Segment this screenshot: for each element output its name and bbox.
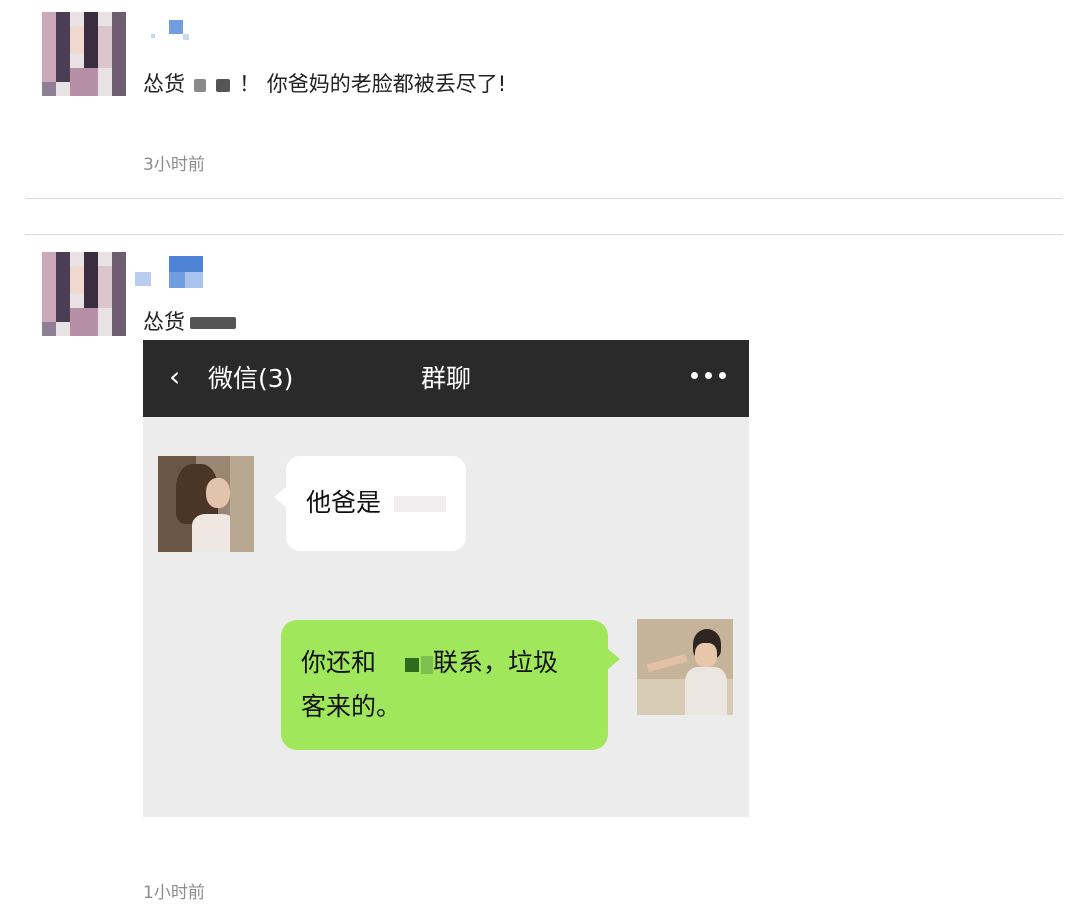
chat-avatar-girl (158, 456, 254, 552)
post-divider (25, 198, 1063, 199)
post-2-text: 怂货 (143, 306, 238, 336)
chat-avatar-boy (637, 619, 733, 715)
chat-title: 群聊 (420, 364, 471, 393)
sent-message-line-1-prefix: 你还和 (301, 648, 377, 677)
redacted-text (405, 658, 419, 672)
redacted-text (394, 496, 446, 512)
chat-bubble-received: 他爸是 (274, 456, 466, 551)
chat-screenshot-image[interactable]: ‹ 微信(3) 群聊 他爸是 你还和 联系，垃圾 客来的。 (143, 340, 749, 817)
post-1-timestamp: 3小时前 (143, 155, 205, 175)
chat-bubble-sent: 你还和 联系，垃圾 客来的。 (281, 620, 620, 750)
post-1-text: 怂货 ！ 你爸妈的老脸都被丢尽了! (143, 68, 506, 98)
post-2-avatar[interactable] (42, 252, 126, 336)
sent-message-line-1-suffix: 联系，垃圾 (433, 648, 559, 677)
chat-header: ‹ 微信(3) 群聊 (143, 340, 749, 417)
more-dots-icon (691, 372, 727, 380)
post-2-text-prefix: 怂货 (143, 310, 185, 334)
redacted-name (216, 78, 231, 92)
redacted-name (193, 78, 206, 92)
post-1-text-suffix: ！ 你爸妈的老脸都被丢尽了! (239, 72, 507, 96)
post-2-timestamp: 1小时前 (143, 883, 205, 903)
redacted-text (421, 656, 433, 674)
post-1-avatar[interactable] (42, 12, 126, 96)
sent-message-line-2: 客来的。 (301, 692, 402, 721)
post-1-author-blurred[interactable] (143, 18, 203, 46)
post-divider (25, 234, 1063, 235)
redacted-name (189, 317, 236, 329)
post-2-author-blurred[interactable] (135, 256, 215, 290)
received-message-text: 他爸是 (306, 488, 382, 517)
post-1-text-prefix: 怂货 (143, 72, 185, 96)
